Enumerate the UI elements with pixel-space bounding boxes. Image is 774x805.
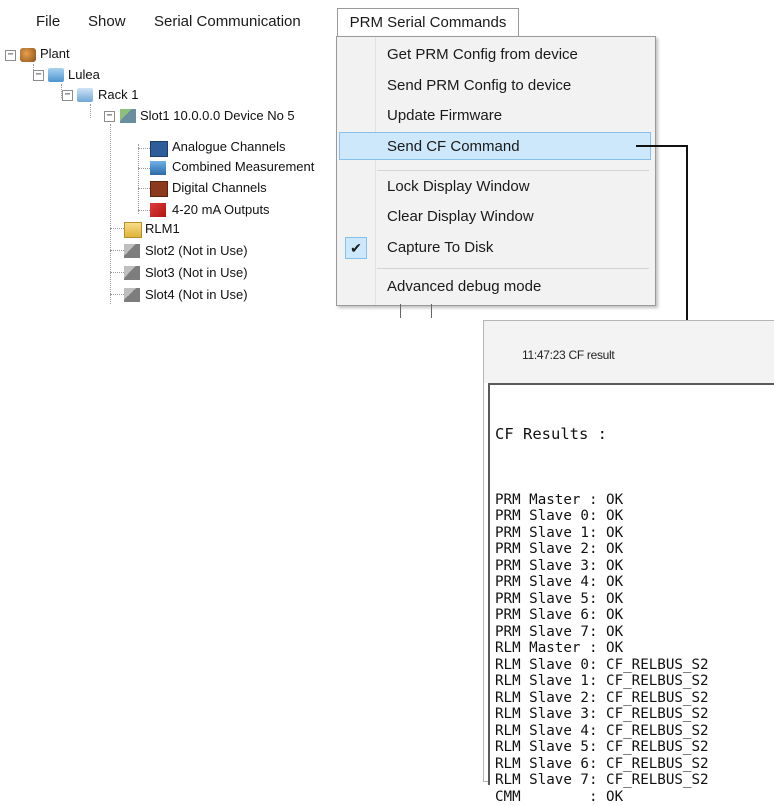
tree-node-slot4[interactable]: Slot4 (Not in Use) [145, 285, 248, 305]
result-line: PRM Slave 3: OK [495, 558, 709, 575]
menu-show[interactable]: Show [82, 10, 132, 34]
window-border-fragment [400, 304, 432, 318]
result-line: RLM Slave 1: CF_RELBUS_S2 [495, 673, 709, 690]
result-line: RLM Slave 5: CF_RELBUS_S2 [495, 739, 709, 756]
menu-item-label: Update Firmware [387, 102, 502, 130]
collapse-toggle-plant[interactable]: − [5, 50, 16, 61]
result-line: PRM Slave 6: OK [495, 607, 709, 624]
tree-node-slot3[interactable]: Slot3 (Not in Use) [145, 263, 248, 283]
result-output-text[interactable]: CF Results : PRM Master : OKPRM Slave 0:… [488, 383, 774, 785]
result-line: RLM Master : OK [495, 640, 709, 657]
menu-item-capture-to-disk[interactable]: ✔ Capture To Disk [339, 234, 651, 262]
menu-item-label: Get PRM Config from device [387, 41, 578, 69]
result-timestamp: 11:47:23 CF result [522, 348, 614, 362]
folder-icon [48, 68, 64, 82]
result-line: PRM Slave 1: OK [495, 525, 709, 542]
menu-separator [377, 268, 649, 269]
connector-line [636, 145, 688, 147]
result-line: PRM Slave 5: OK [495, 591, 709, 608]
tree-node-analogue-channels[interactable]: Analogue Channels [172, 137, 285, 157]
menu-item-advanced-debug[interactable]: Advanced debug mode [339, 273, 651, 301]
slot-inactive-icon [124, 244, 140, 258]
result-line: RLM Slave 7: CF_RELBUS_S2 [495, 772, 709, 789]
tree-node-plant[interactable]: Plant [40, 44, 70, 64]
menu-item-label: Send CF Command [387, 133, 520, 161]
menu-item-send-cf-command[interactable]: Send CF Command [339, 132, 651, 160]
menu-item-label: Lock Display Window [387, 173, 530, 201]
connector-line [686, 145, 688, 345]
device-tree: − Plant − Lulea − Rack 1 − Slot1 10.0.0.… [0, 40, 340, 330]
tree-node-rlm1[interactable]: RLM1 [145, 219, 180, 239]
rlm-icon [124, 222, 142, 238]
menu-item-lock-display[interactable]: Lock Display Window [339, 173, 651, 201]
tree-node-4-20ma-outputs[interactable]: 4-20 mA Outputs [172, 200, 270, 220]
digital-channels-icon [150, 181, 168, 197]
analogue-channels-icon [150, 141, 168, 157]
menu-item-label: Advanced debug mode [387, 273, 541, 301]
slot-inactive-icon [124, 266, 140, 280]
collapse-toggle-rack[interactable]: − [62, 90, 73, 101]
result-line: CMM : OK [495, 789, 709, 805]
result-line: PRM Slave 4: OK [495, 574, 709, 591]
result-lines: CF Results : PRM Master : OKPRM Slave 0:… [495, 393, 709, 805]
menu-item-update-firmware[interactable]: Update Firmware [339, 102, 651, 130]
cf-result-panel: 11:47:23 CF result CF Results : PRM Mast… [483, 320, 774, 782]
menu-item-clear-display[interactable]: Clear Display Window [339, 203, 651, 231]
menu-item-label: Capture To Disk [387, 234, 493, 262]
tree-node-slot1[interactable]: Slot1 10.0.0.0 Device No 5 [140, 106, 295, 126]
plant-icon [20, 48, 36, 62]
tree-node-slot2[interactable]: Slot2 (Not in Use) [145, 241, 248, 261]
checkmark-icon: ✔ [345, 237, 367, 259]
tree-node-lulea[interactable]: Lulea [68, 65, 100, 85]
result-header: 11:47:23 CF result [484, 321, 774, 383]
tree-node-rack-1[interactable]: Rack 1 [98, 85, 138, 105]
menu-file[interactable]: File [30, 10, 66, 34]
result-line: RLM Slave 4: CF_RELBUS_S2 [495, 723, 709, 740]
menu-item-send-prm-config[interactable]: Send PRM Config to device [339, 72, 651, 100]
combined-measurement-icon [150, 161, 166, 175]
rack-icon [77, 88, 93, 102]
menu-separator [377, 170, 649, 171]
tree-node-digital-channels[interactable]: Digital Channels [172, 178, 267, 198]
result-line: RLM Slave 0: CF_RELBUS_S2 [495, 657, 709, 674]
tree-node-combined-measurement[interactable]: Combined Measurement [172, 157, 332, 177]
menu-item-label: Send PRM Config to device [387, 72, 571, 100]
menu-serial-communication[interactable]: Serial Communication [148, 10, 307, 34]
slot-inactive-icon [124, 288, 140, 302]
collapse-toggle-lulea[interactable]: − [33, 70, 44, 81]
prm-serial-commands-menu: Get PRM Config from device Send PRM Conf… [336, 36, 656, 306]
result-title: CF Results : [495, 426, 709, 443]
menu-item-get-prm-config[interactable]: Get PRM Config from device [339, 41, 651, 69]
menu-item-label: Clear Display Window [387, 203, 534, 231]
collapse-toggle-slot1[interactable]: − [104, 111, 115, 122]
result-line: PRM Master : OK [495, 492, 709, 509]
result-line: RLM Slave 2: CF_RELBUS_S2 [495, 690, 709, 707]
menu-bar: File Show Serial Communication PRM Seria… [0, 0, 660, 38]
result-line: PRM Slave 7: OK [495, 624, 709, 641]
slot-device-icon [120, 109, 136, 123]
menu-prm-serial-commands[interactable]: PRM Serial Commands [337, 8, 519, 37]
outputs-icon [150, 203, 166, 217]
result-line: RLM Slave 6: CF_RELBUS_S2 [495, 756, 709, 773]
result-line: PRM Slave 2: OK [495, 541, 709, 558]
result-line: PRM Slave 0: OK [495, 508, 709, 525]
result-line: RLM Slave 3: CF_RELBUS_S2 [495, 706, 709, 723]
